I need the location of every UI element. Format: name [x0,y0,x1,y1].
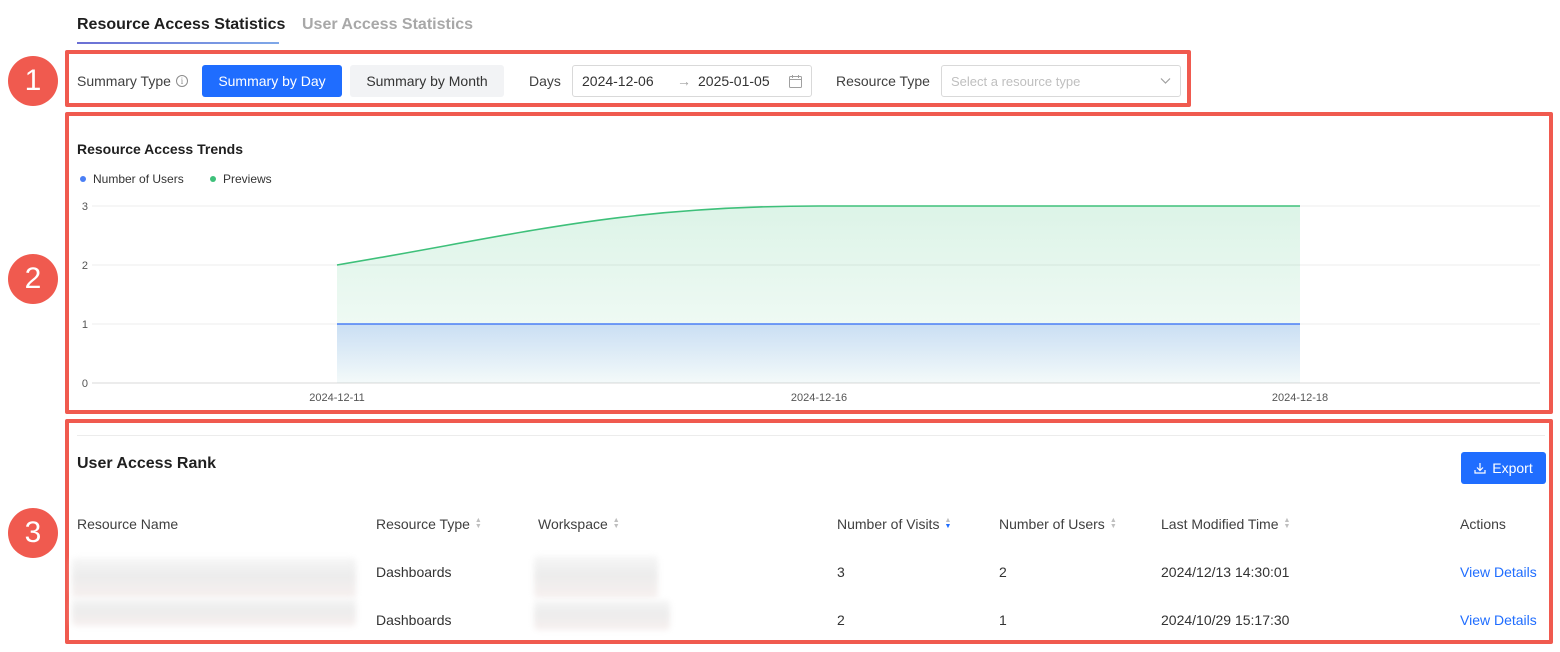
column-resource-type[interactable]: Resource Type ▲ ▼ [376,516,482,532]
sort-icon[interactable]: ▲ ▼ [1284,517,1291,530]
column-label: Resource Type [376,516,470,532]
y-tick-label: 0 [82,378,88,390]
export-label: Export [1492,460,1533,476]
column-number-of-users[interactable]: Number of Users ▲ ▼ [999,516,1117,532]
sort-icon[interactable]: ▲ ▼ [613,517,620,530]
y-tick-label: 2 [82,260,88,272]
column-number-of-visits[interactable]: Number of Visits ▲ ▼ [837,516,951,532]
sort-desc-active-icon[interactable]: ▲ ▼ [944,517,951,530]
x-tick-label: 2024-12-18 [1272,392,1328,404]
table-cell-users: 1 [999,612,1007,628]
table-cell-modified: 2024/10/29 15:17:30 [1161,612,1290,628]
x-tick-label: 2024-12-16 [791,392,847,404]
table-cell-resource-type: Dashboards [376,612,452,628]
resource-name-redacted [72,598,356,626]
x-tick-label: 2024-12-11 [309,392,364,404]
section-divider [77,435,1545,436]
y-tick-label: 1 [82,319,88,331]
table-cell-visits: 3 [837,564,845,580]
table-cell-modified: 2024/12/13 14:30:01 [1161,564,1290,580]
column-label: Actions [1460,516,1506,532]
column-label: Number of Users [999,516,1105,532]
column-label: Number of Visits [837,516,940,532]
sort-icon[interactable]: ▲ ▼ [1110,517,1117,530]
column-actions: Actions [1460,516,1506,532]
resource-name-redacted [72,558,356,598]
column-last-modified-time[interactable]: Last Modified Time ▲ ▼ [1161,516,1290,532]
annotation-badge-3: 3 [8,508,58,558]
sort-icon[interactable]: ▲ ▼ [475,517,482,530]
export-button[interactable]: Export [1461,452,1546,484]
workspace-redacted [534,600,670,630]
users-area [337,324,1300,383]
y-tick-label: 3 [82,201,88,213]
column-label: Resource Name [77,516,179,532]
column-resource-name: Resource Name [77,516,178,532]
column-workspace[interactable]: Workspace ▲ ▼ [538,516,620,532]
trend-chart: 0 1 2 3 2024-12-11 2024-12-16 2024-12-18 [82,201,1540,404]
table-cell-visits: 2 [837,612,845,628]
workspace-redacted [534,556,658,598]
table-cell-resource-type: Dashboards [376,564,452,580]
view-details-link[interactable]: View Details [1460,564,1537,580]
view-details-link[interactable]: View Details [1460,612,1537,628]
table-cell-users: 2 [999,564,1007,580]
column-label: Last Modified Time [1161,516,1279,532]
download-icon [1474,463,1486,474]
column-label: Workspace [538,516,608,532]
user-access-rank-title: User Access Rank [77,455,217,472]
